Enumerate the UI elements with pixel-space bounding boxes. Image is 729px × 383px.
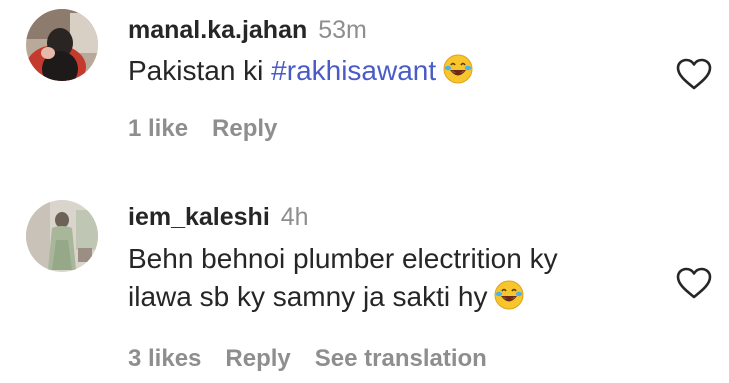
laughing-crying-emoji-icon [494, 280, 524, 310]
avatar-photo [26, 9, 98, 81]
reply-button[interactable]: Reply [212, 115, 277, 142]
likes-count[interactable]: 3 likes [128, 345, 201, 372]
avatar[interactable] [26, 9, 98, 81]
comment-text: Behn behnoi plumber electrition ky ilawa… [128, 240, 648, 316]
comment-text-line: Behn behnoi plumber electrition ky [128, 243, 558, 274]
comment-header: manal.ka.jahan 53m [128, 15, 367, 45]
reply-button[interactable]: Reply [225, 345, 290, 372]
hashtag-link[interactable]: #rakhisawant [271, 55, 436, 86]
username[interactable]: iem_kaleshi [128, 203, 270, 231]
timestamp: 53m [318, 16, 367, 44]
comment-actions: 3 likes Reply See translation [128, 344, 511, 374]
laughing-crying-emoji-icon [443, 54, 473, 84]
comment-item: iem_kaleshi 4h Behn behnoi plumber elect… [0, 190, 729, 383]
comment-text: Pakistan ki #rakhisawant [128, 52, 648, 90]
comment-item: manal.ka.jahan 53m Pakistan ki #rakhisaw… [0, 0, 729, 180]
username[interactable]: manal.ka.jahan [128, 16, 307, 44]
comment-header: iem_kaleshi 4h [128, 202, 309, 232]
comments-page: manal.ka.jahan 53m Pakistan ki #rakhisaw… [0, 0, 729, 383]
comment-text-line-with-emoji: ilawa sb ky samny ja sakti hy [128, 278, 648, 316]
heart-icon[interactable] [675, 57, 713, 91]
comment-text-part: Pakistan ki [128, 55, 272, 86]
timestamp: 4h [280, 203, 309, 231]
heart-icon[interactable] [675, 266, 713, 300]
avatar[interactable] [26, 200, 98, 272]
see-translation-button[interactable]: See translation [315, 345, 487, 372]
comment-actions: 1 like Reply [128, 114, 301, 144]
avatar-photo [26, 200, 98, 272]
likes-count[interactable]: 1 like [128, 115, 188, 142]
comment-text-line: ilawa sb ky samny ja sakti hy [128, 281, 488, 312]
